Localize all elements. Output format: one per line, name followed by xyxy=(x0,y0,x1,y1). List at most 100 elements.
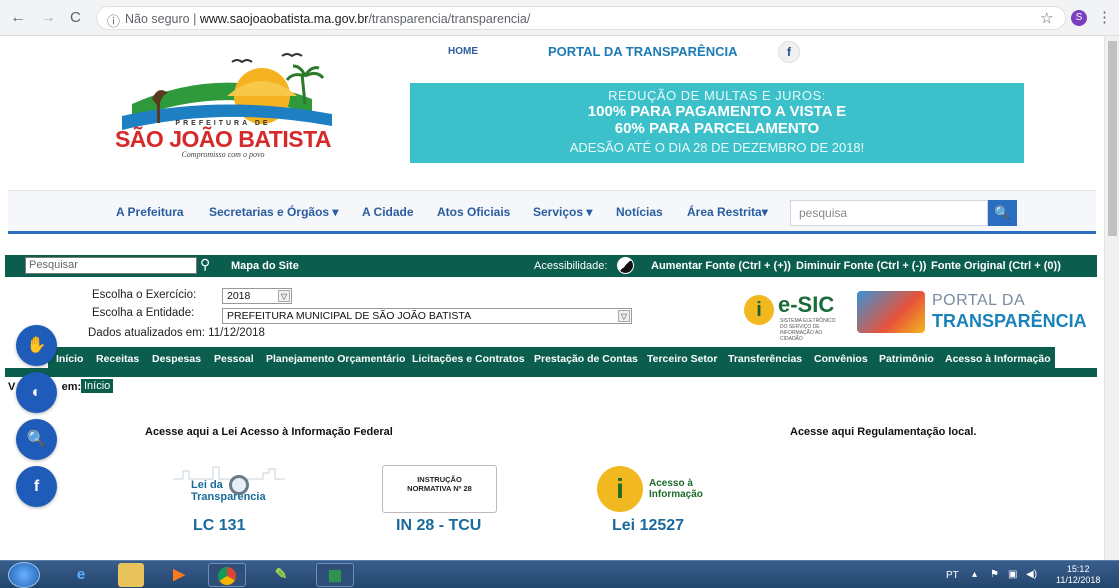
menu-servicos[interactable]: Serviços ▾ xyxy=(533,205,592,219)
tab-inicio[interactable]: Início xyxy=(56,353,83,365)
search-button[interactable]: 🔍 xyxy=(988,200,1017,226)
tab-convenios[interactable]: Convênios xyxy=(814,353,868,365)
tab-planejamento[interactable]: Planejamento Orçamentário xyxy=(266,353,405,365)
tab-despesas[interactable]: Despesas xyxy=(152,353,201,365)
entity-value: PREFEITURA MUNICIPAL DE SÃO JOÃO BATISTA xyxy=(227,310,472,322)
portal-logo-line-1: PORTAL DA xyxy=(932,292,1026,309)
info-icon: i xyxy=(744,295,774,325)
reload-icon[interactable]: C xyxy=(70,9,81,27)
back-icon[interactable]: ← xyxy=(10,9,26,27)
app-icon[interactable]: ✎ xyxy=(262,563,300,587)
data-updated-text: Dados atualizados em: 11/12/2018 xyxy=(88,327,265,339)
bookmark-star-icon[interactable]: ☆ xyxy=(1040,9,1053,27)
page-scrollbar[interactable] xyxy=(1104,36,1119,560)
search-icon[interactable]: ⚲ xyxy=(200,256,210,273)
start-button[interactable] xyxy=(8,562,40,588)
lei-12527-link[interactable]: Lei 12527 xyxy=(612,517,684,535)
people-icon xyxy=(857,291,925,333)
contrast-icon: ◐ xyxy=(31,384,42,401)
decrease-font-link[interactable]: Diminuir Fonte (Ctrl + (-)) xyxy=(796,260,926,272)
language-indicator[interactable]: PT xyxy=(946,570,959,581)
facebook-icon[interactable]: f xyxy=(778,41,800,63)
url-path: /transparencia/transparencia/ xyxy=(368,12,531,26)
increase-font-link[interactable]: Aumentar Fonte (Ctrl + (+)) xyxy=(651,260,791,272)
banner-line-2: 100% PARA PAGAMENTO A VISTA E xyxy=(587,103,847,120)
promo-banner[interactable]: REDUÇÃO DE MULTAS E JUROS: 100% PARA PAG… xyxy=(410,83,1024,163)
breadcrumb-label-tail: em: xyxy=(61,381,82,393)
security-label: Não seguro xyxy=(125,12,190,26)
portal-transparencia-logo[interactable]: PORTAL DA TRANSPARÊNCIA xyxy=(857,291,1087,333)
home-link[interactable]: HOME xyxy=(448,46,478,57)
acesso-informacao-text: Acesso à Informação xyxy=(649,478,703,500)
explorer-icon[interactable] xyxy=(118,563,144,587)
clock-date: 11/12/2018 xyxy=(1056,575,1101,585)
banner-line-3: 60% PARA PARCELAMENTO xyxy=(614,120,820,137)
portal-search-input[interactable]: Pesquisar xyxy=(25,257,197,274)
network-icon[interactable]: ▣ xyxy=(1008,569,1017,580)
menu-atos-oficiais[interactable]: Atos Oficiais xyxy=(437,205,510,219)
scrollbar-thumb[interactable] xyxy=(1108,41,1117,236)
year-value: 2018 xyxy=(227,290,251,302)
banner-line-1: REDUÇÃO DE MULTAS E JUROS: xyxy=(608,88,826,103)
menu-a-cidade[interactable]: A Cidade xyxy=(362,205,414,219)
instrucao-normativa-logo[interactable]: INSTRUÇÃO NORMATIVA Nº 28 xyxy=(382,465,497,513)
clock[interactable]: 15:12 11/12/2018 xyxy=(1056,564,1100,586)
site-map-link[interactable]: Mapa do Site xyxy=(231,260,299,272)
portal-transparencia-link[interactable]: PORTAL DA TRANSPARÊNCIA xyxy=(548,44,737,59)
breadcrumb-home[interactable]: Início xyxy=(81,379,114,393)
url-domain: www.saojoaobatista.ma.gov.br xyxy=(199,12,369,26)
lc131-link[interactable]: LC 131 xyxy=(193,517,245,535)
tray-arrow-icon[interactable]: ▴ xyxy=(972,569,977,580)
facebook-float-button[interactable]: f xyxy=(16,466,57,507)
tab-receitas[interactable]: Receitas xyxy=(96,353,139,365)
browser-menu-icon[interactable]: ⋮ xyxy=(1097,8,1112,26)
flag-icon[interactable]: ⚑ xyxy=(990,569,999,580)
vlibras-button[interactable]: ✋ xyxy=(16,325,57,366)
chrome-icon[interactable] xyxy=(208,563,246,587)
menu-secretarias[interactable]: Secretarias e Órgãos ▾ xyxy=(209,205,338,219)
lei-transparencia-logo[interactable]: Lei da Transparência xyxy=(173,465,285,513)
menu-area-restrita[interactable]: Área Restrita▾ xyxy=(687,205,768,219)
media-player-icon[interactable]: ▶ xyxy=(160,563,198,587)
menu-noticias[interactable]: Notícias xyxy=(616,205,663,219)
tab-prestacao-contas[interactable]: Prestação de Contas xyxy=(534,353,638,365)
main-menu: A Prefeitura Secretarias e Órgãos ▾ A Ci… xyxy=(8,190,1096,234)
zoom-button[interactable]: 🔍 xyxy=(16,419,57,460)
clock-time: 15:12 xyxy=(1066,564,1090,574)
info-icon[interactable]: ⓘ xyxy=(107,11,120,30)
esic-name: e-SIC xyxy=(778,292,835,317)
facebook-icon: f xyxy=(33,478,40,495)
contrast-button[interactable]: ◐ xyxy=(16,372,57,413)
forward-icon[interactable]: → xyxy=(40,9,56,27)
url-text[interactable]: Não seguro | www.saojoaobatista.ma.gov.b… xyxy=(125,12,530,26)
address-bar[interactable]: ⓘ Não seguro | www.saojoaobatista.ma.gov… xyxy=(96,6,1066,30)
search-icon: 🔍 xyxy=(994,205,1011,220)
tab-patrimonio[interactable]: Patrimônio xyxy=(879,353,934,365)
top-navigation: HOME PORTAL DA TRANSPARÊNCIA f xyxy=(410,36,820,68)
ie-icon[interactable]: e xyxy=(62,563,100,587)
city-logo[interactable]: PREFEITURA DE SÃO JOÃO BATISTA Compromis… xyxy=(92,44,354,168)
in28-tcu-link[interactable]: IN 28 - TCU xyxy=(396,517,481,535)
accessibility-label: Acessibilidade: xyxy=(534,260,608,272)
tab-transferencias[interactable]: Transferências xyxy=(728,353,802,365)
year-select[interactable]: 2018 ▽ xyxy=(222,288,292,304)
profile-avatar[interactable]: S xyxy=(1071,10,1087,26)
entity-label: Escolha a Entidade: xyxy=(92,307,195,319)
tab-terceiro-setor[interactable]: Terceiro Setor xyxy=(647,353,717,365)
original-font-link[interactable]: Fonte Original (Ctrl + (0)) xyxy=(931,260,1061,272)
entity-select[interactable]: PREFEITURA MUNICIPAL DE SÃO JOÃO BATISTA… xyxy=(222,308,632,324)
volume-icon[interactable]: ◀) xyxy=(1026,569,1037,580)
magnifier-icon xyxy=(229,475,249,495)
info-icon: i xyxy=(597,466,643,512)
contrast-icon[interactable] xyxy=(617,257,634,274)
tab-pessoal[interactable]: Pessoal xyxy=(214,353,254,365)
menu-a-prefeitura[interactable]: A Prefeitura xyxy=(116,205,184,219)
esic-logo[interactable]: i e-SIC SISTEMA ELETRÔNICO DO SERVIÇO DE… xyxy=(744,291,844,342)
tab-licitacoes[interactable]: Licitações e Contratos xyxy=(412,353,525,365)
logo-tagline: Compromisso com o povo xyxy=(181,150,265,159)
acesso-informacao-logo[interactable]: i Acesso à Informação xyxy=(597,466,707,514)
site-search-input[interactable]: pesquisa xyxy=(790,200,988,226)
tab-acesso-informacao[interactable]: Acesso à Informação xyxy=(945,353,1051,365)
excel-icon[interactable]: ▦ xyxy=(316,563,354,587)
federal-law-heading: Acesse aqui a Lei Acesso à Informação Fe… xyxy=(145,426,393,438)
